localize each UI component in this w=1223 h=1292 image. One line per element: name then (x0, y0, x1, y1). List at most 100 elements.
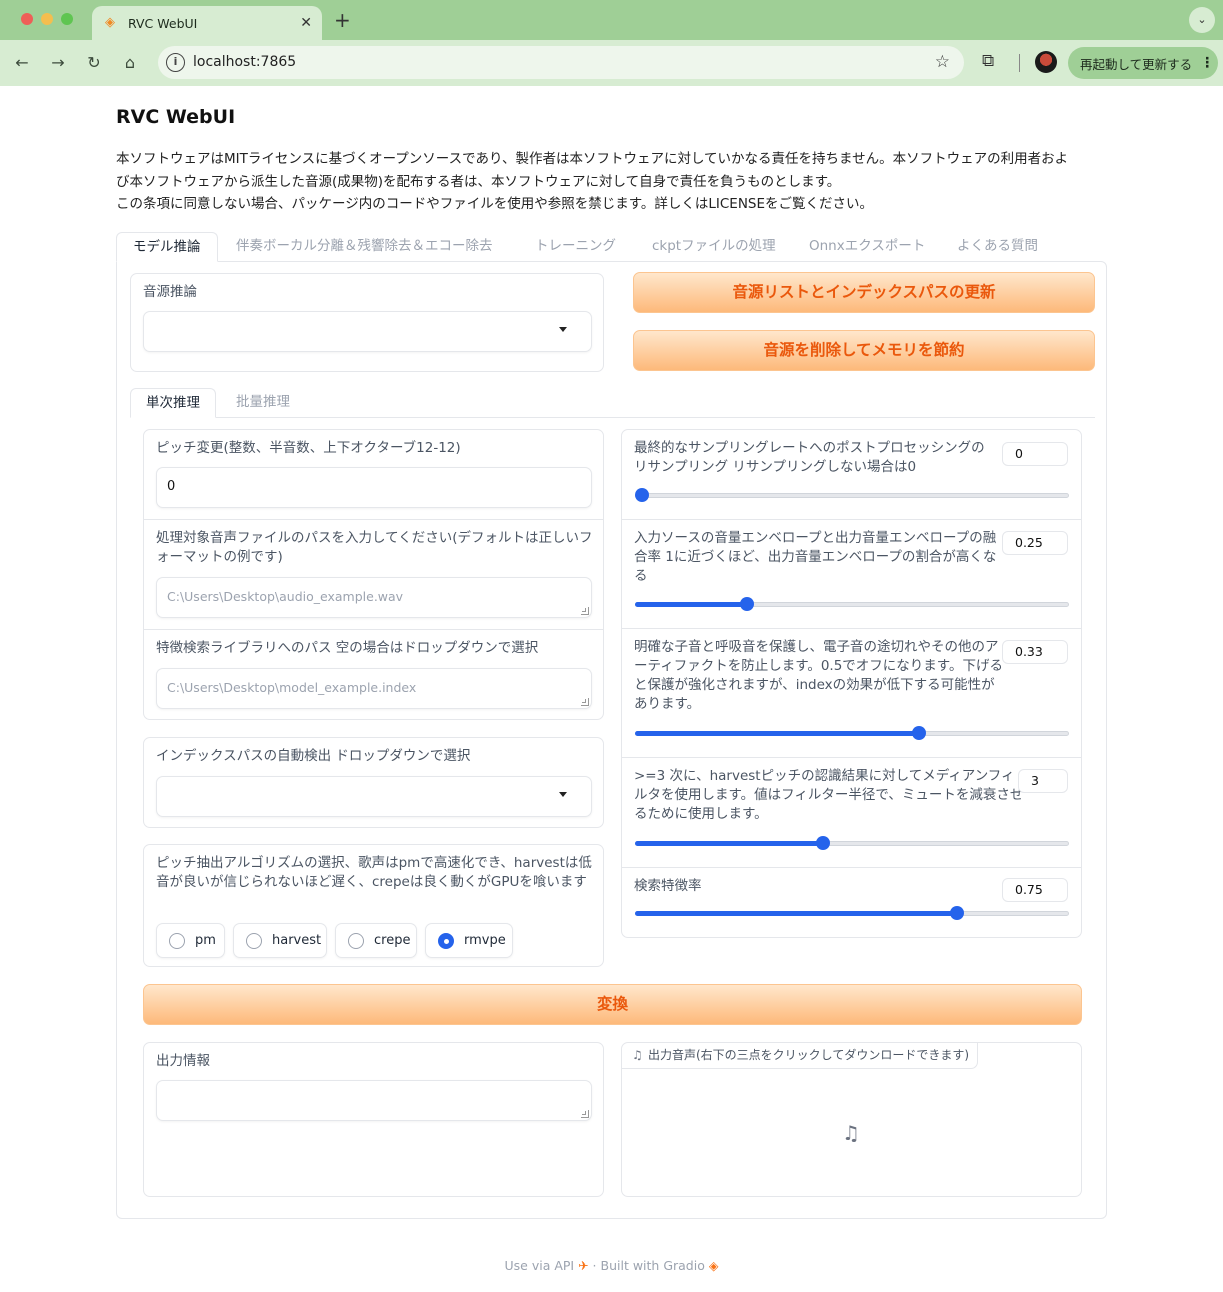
rocket-icon: ✈ (578, 1258, 593, 1273)
filter-radius-number-input[interactable]: 3 (1018, 769, 1068, 793)
gradio-logo-icon: ◈ (708, 1258, 719, 1273)
radio-rmvpe[interactable]: rmvpe (425, 923, 513, 958)
output-audio-label-text: 出力音声(右下の三点をクリックしてダウンロードできます) (648, 1048, 970, 1062)
refresh-voice-list-button[interactable]: 音源リストとインデックスパスの更新 (633, 272, 1095, 313)
group-divider (144, 519, 603, 520)
chevron-down-icon (559, 792, 567, 797)
relaunch-label: 再起動して更新する (1080, 56, 1193, 72)
protect-number-input[interactable]: 0.33 (1002, 640, 1068, 664)
output-info-field[interactable] (156, 1080, 592, 1121)
back-arrow-icon[interactable]: ← (11, 52, 33, 74)
new-tab-icon[interactable]: + (334, 8, 351, 32)
use-via-api-link[interactable]: Use via API (505, 1258, 575, 1273)
f0-method-block: ピッチ抽出アルゴリズムの選択、歌声はpmで高速化でき、harvestは低音が良い… (143, 844, 604, 967)
resample-slider[interactable] (635, 488, 1069, 502)
relaunch-update-button[interactable]: 再起動して更新する ⋮ (1068, 47, 1218, 79)
input-path-field[interactable]: C:\Users\Desktop\audio_example.wav (156, 577, 592, 618)
group-divider (622, 628, 1081, 629)
home-icon[interactable]: ⌂ (119, 52, 141, 74)
slider-thumb[interactable] (635, 488, 649, 502)
tab-search-chevron-icon[interactable]: ⌄ (1189, 7, 1215, 33)
output-audio-label: ♫ 出力音声(右下の三点をクリックしてダウンロードできます) (622, 1043, 979, 1069)
resize-handle-icon[interactable] (581, 698, 589, 706)
page-content: RVC WebUI 本ソフトウェアはMITライセンスに基づくオープンソースであり… (0, 86, 1223, 1292)
slider-thumb[interactable] (740, 597, 754, 611)
toolbar-separator (1019, 54, 1020, 72)
tab-model-inference[interactable]: モデル推論 (116, 232, 218, 262)
bookmark-star-icon[interactable]: ☆ (935, 52, 950, 72)
f0-radio-group: pm harvest crepe rmvpe (156, 923, 596, 958)
index-rate-slider[interactable] (635, 906, 1069, 920)
input-group: ピッチ変更(整数、半音数、上下オクターブ12-12) 0 処理対象音声ファイルの… (143, 429, 604, 720)
address-bar[interactable]: i localhost:7865 ☆ (158, 46, 964, 79)
maximize-window-button[interactable] (61, 13, 73, 25)
music-note-icon: ♫ (632, 1048, 643, 1062)
close-window-button[interactable] (21, 13, 33, 25)
model-inference-panel: 音源推論 音源リストとインデックスパスの更新 音源を削除してメモリを節約 単次推… (116, 261, 1107, 1219)
auto-index-dropdown[interactable] (156, 776, 592, 817)
minimize-window-button[interactable] (41, 13, 53, 25)
notice-line: この条項に同意しない場合、パッケージ内のコードやファイルを使用や参照を禁じます。… (116, 196, 874, 212)
slider-track (635, 493, 1069, 498)
built-with-gradio-link[interactable]: Built with Gradio (601, 1258, 705, 1273)
protect-slider[interactable] (635, 726, 1069, 740)
pitch-label: ピッチ変更(整数、半音数、上下オクターブ12-12) (156, 440, 461, 456)
tab-single-inference[interactable]: 単次推理 (130, 388, 216, 418)
input-path-placeholder: C:\Users\Desktop\audio_example.wav (167, 589, 404, 604)
radio-harvest[interactable]: harvest (233, 923, 327, 958)
output-info-block: 出力情報 (143, 1042, 604, 1197)
group-divider (622, 757, 1081, 758)
resize-handle-icon[interactable] (581, 607, 589, 615)
slider-thumb[interactable] (815, 836, 830, 850)
index-path-field[interactable]: C:\Users\Desktop\model_example.index (156, 668, 592, 709)
radio-dot (348, 932, 364, 949)
resample-label: 最終的なサンプリングレートへのポストプロセッシングのリサンプリング リサンプリン… (634, 440, 985, 475)
rms-mix-slider[interactable] (635, 597, 1069, 611)
tab-ckpt-processing[interactable]: ckptファイルの処理 (652, 232, 776, 262)
music-note-icon: ♫ (842, 1121, 860, 1145)
close-tab-icon[interactable]: ✕ (300, 15, 312, 31)
page-footer: Use via API ✈ · Built with Gradio ◈ (0, 1258, 1223, 1273)
tab-training[interactable]: トレーニング (535, 232, 616, 262)
extensions-puzzle-icon[interactable]: ⧉ (982, 51, 994, 71)
browser-tab[interactable]: ◈ RVC WebUI ✕ (92, 6, 322, 40)
index-path-label: 特徴検索ライブラリへのパス 空の場合はドロップダウンで選択 (156, 640, 539, 656)
filter-radius-label: >=3 次に、harvestピッチの認識結果に対してメディアンフィルタを使用しま… (634, 768, 1024, 822)
radio-label: harvest (272, 933, 322, 948)
rms-mix-number-input[interactable]: 0.25 (1002, 531, 1068, 555)
convert-button[interactable]: 変換 (143, 984, 1082, 1025)
slider-thumb[interactable] (950, 906, 964, 920)
address-url[interactable]: localhost:7865 (193, 54, 296, 70)
resize-handle-icon[interactable] (581, 1110, 589, 1118)
f0-method-label: ピッチ抽出アルゴリズムの選択、歌声はpmで高速化でき、harvestは低音が良い… (156, 855, 592, 890)
index-rate-number-input[interactable]: 0.75 (1002, 878, 1068, 902)
slider-fill (635, 841, 822, 846)
resample-number-input[interactable]: 0 (1002, 442, 1068, 466)
tab-vocal-separation[interactable]: 伴奏ボーカル分離＆残響除去＆エコー除去 (236, 232, 493, 262)
notice-line: び本ソフトウェアから派生した音源(成果物)を配布する者は、本ソフトウェアに対して… (116, 173, 841, 190)
profile-avatar[interactable] (1035, 51, 1057, 73)
reload-icon[interactable]: ↻ (83, 52, 105, 74)
index-path-placeholder: C:\Users\Desktop\model_example.index (167, 680, 417, 695)
tab-onnx-export[interactable]: Onnxエクスポート (809, 232, 925, 262)
tab-batch-inference[interactable]: 批量推理 (236, 388, 290, 418)
auto-index-block: インデックスパスの自動検出 ドロップダウンで選択 (143, 737, 604, 828)
voice-dropdown[interactable] (143, 311, 592, 352)
pitch-input[interactable]: 0 (156, 467, 592, 508)
radio-crepe[interactable]: crepe (335, 923, 417, 958)
group-divider (622, 519, 1081, 520)
index-rate-label: 検索特徴率 (634, 878, 702, 894)
slider-fill (635, 731, 922, 736)
browser-tab-title: RVC WebUI (128, 15, 198, 31)
radio-label: crepe (374, 933, 411, 948)
site-info-icon[interactable]: i (166, 53, 185, 72)
radio-pm[interactable]: pm (156, 923, 225, 958)
rms-mix-label: 入力ソースの音量エンベロープと出力音量エンベロープの融合率 1に近づくほど、出力… (634, 530, 997, 584)
filter-radius-slider[interactable] (635, 836, 1069, 850)
radio-dot (246, 932, 262, 949)
tab-faq[interactable]: よくある質問 (957, 232, 1038, 262)
more-vert-icon: ⋮ (1200, 55, 1215, 71)
forward-arrow-icon[interactable]: → (47, 52, 69, 74)
slider-thumb[interactable] (912, 726, 927, 740)
unload-voice-button[interactable]: 音源を削除してメモリを節約 (633, 330, 1095, 371)
